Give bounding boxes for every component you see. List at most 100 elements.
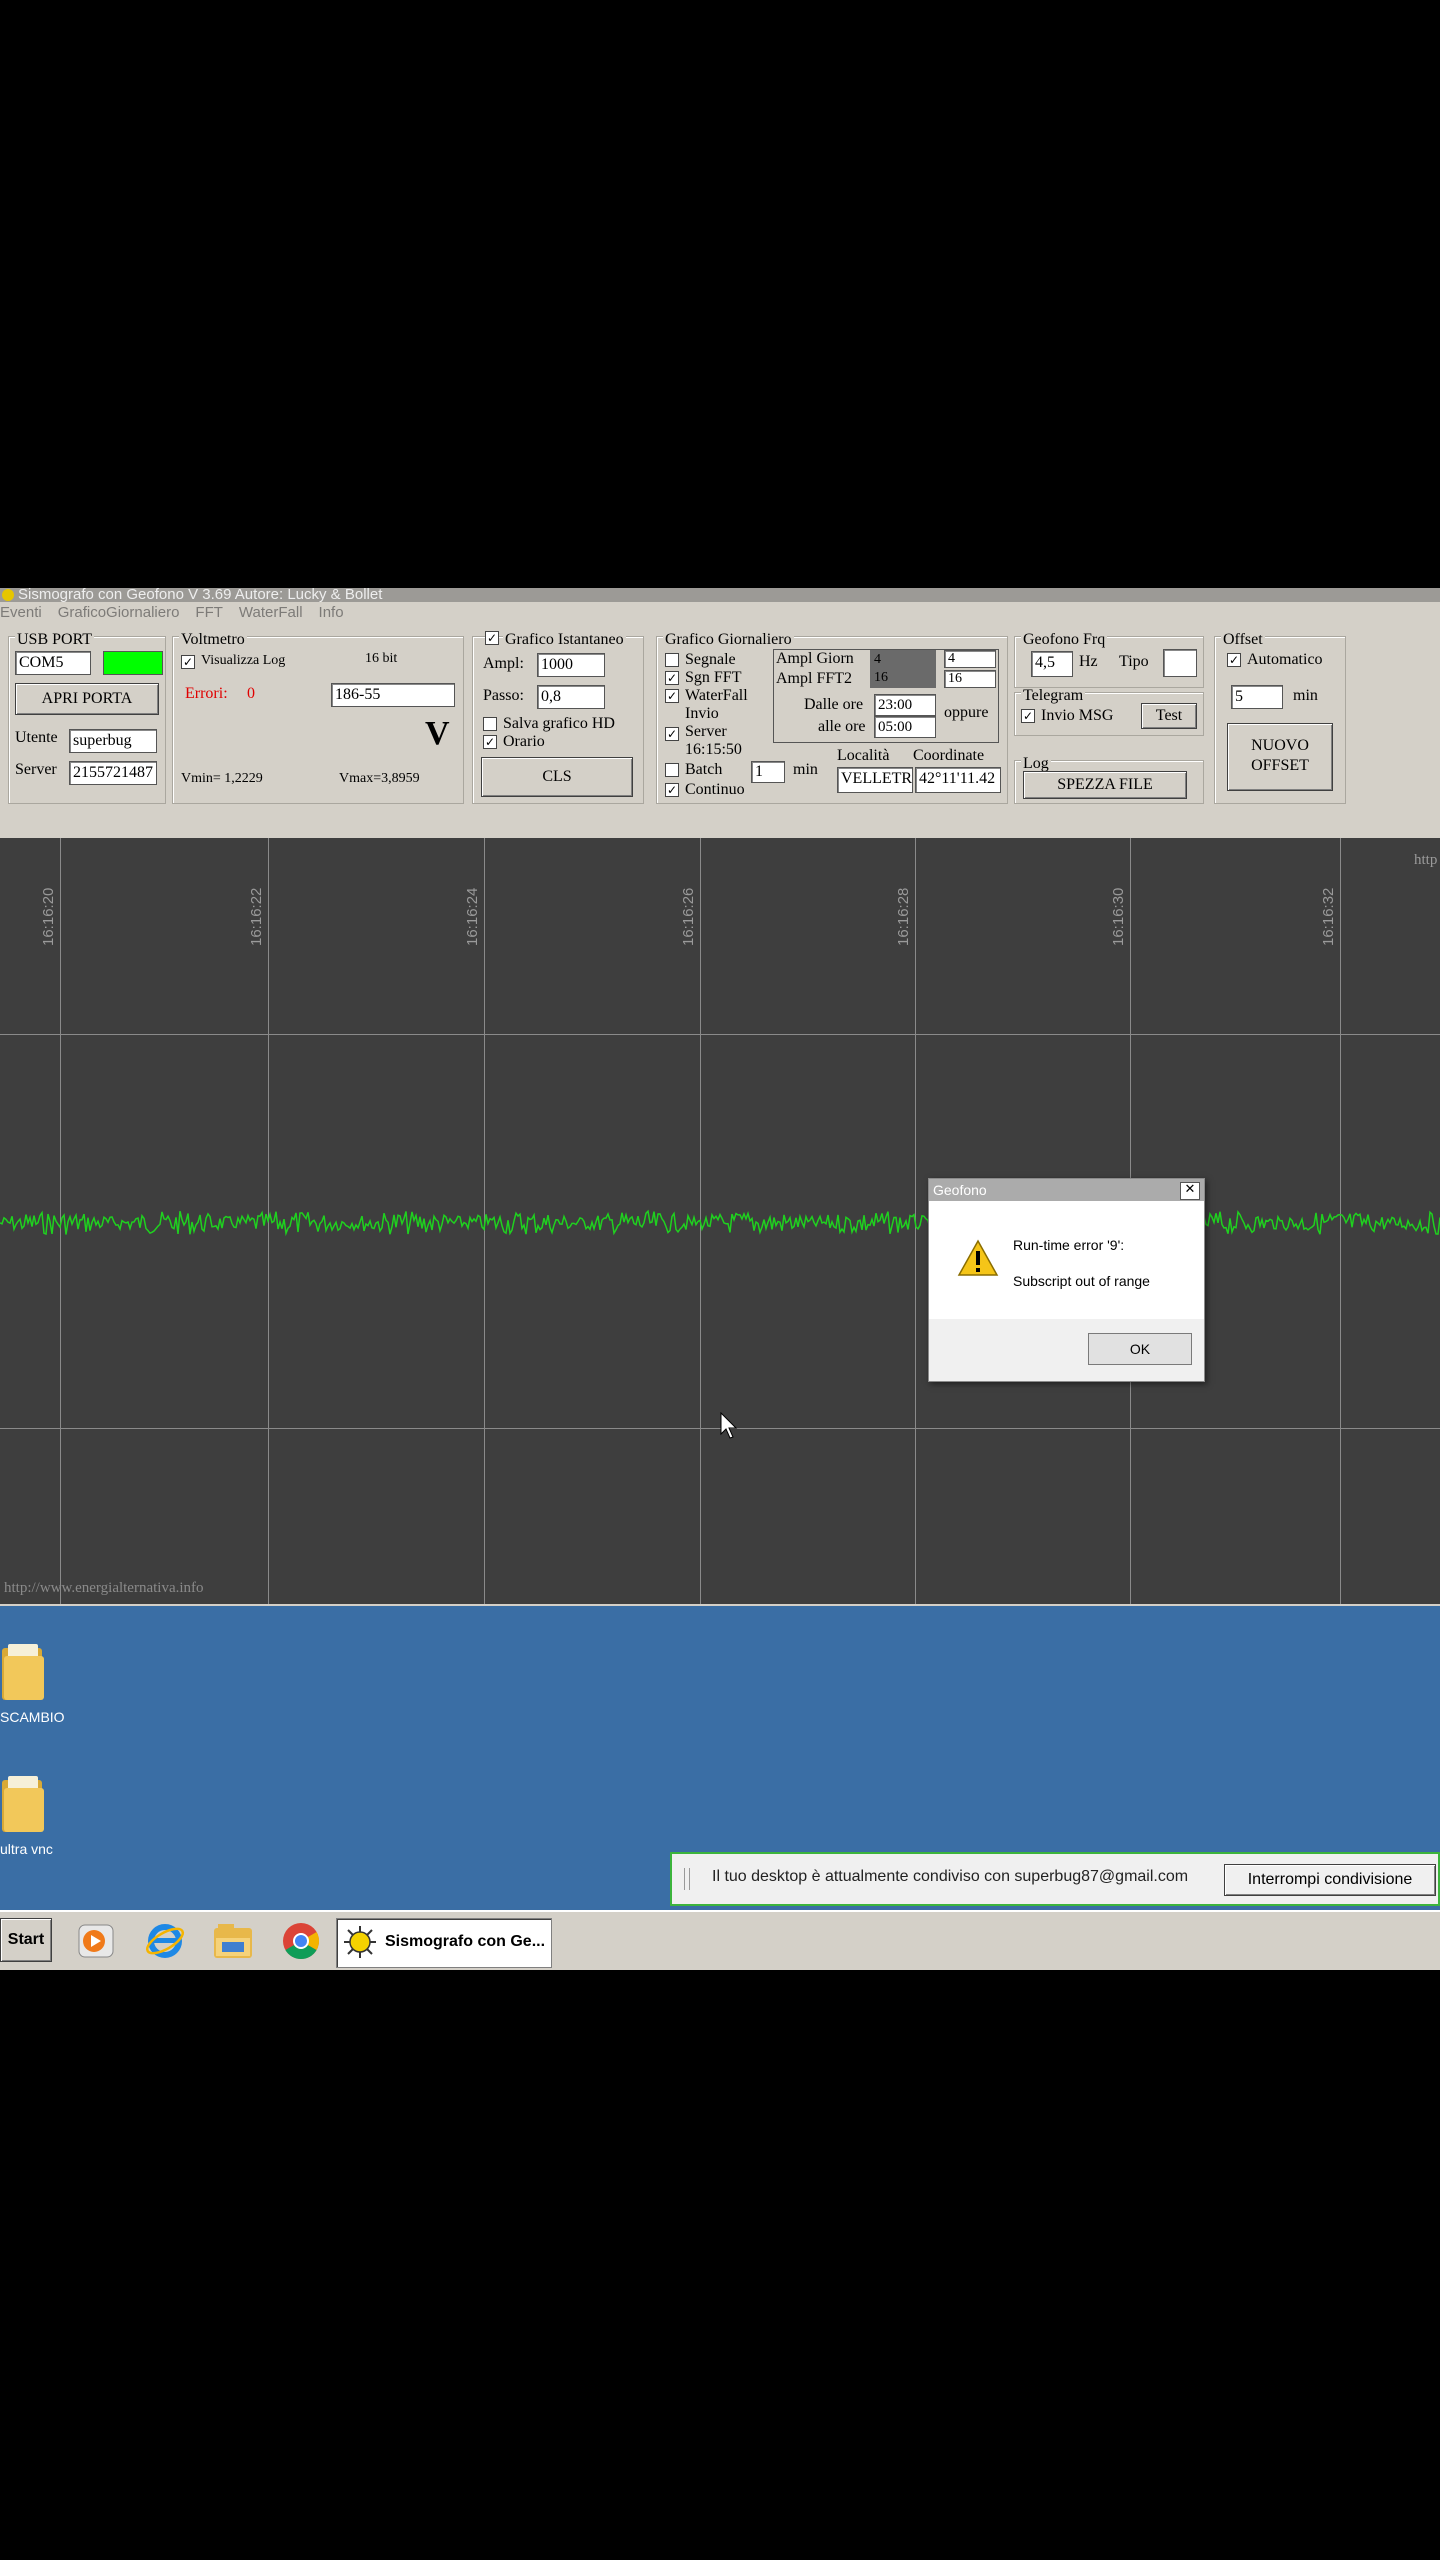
time-tick: 16:16:30 [1110,887,1127,946]
media-player-icon[interactable] [76,1922,116,1960]
invio-server-label: Server [685,723,727,740]
auto-offset-label: Automatico [1247,651,1323,668]
orario-label: Orario [503,733,545,750]
log-group: Log SPEZZA FILE [1014,755,1204,804]
telegram-checkbox[interactable]: ✓ [1021,709,1035,723]
ampl-field[interactable]: 1000 [537,653,605,677]
tipo-field[interactable] [1163,649,1197,677]
folder-icon [2,1776,44,1832]
desktop: SCAMBIO ultra vnc Il tuo desktop è attua… [0,1606,1440,1910]
usb-port-label: USB PORT [15,631,95,648]
coordinate-field[interactable]: 42°11'11.42 [915,767,1001,793]
time-tick: 16:16:26 [680,887,697,946]
log-checkbox[interactable]: ✓ [181,655,195,669]
sgn-fft-checkbox[interactable]: ✓ [665,671,679,685]
user-field[interactable]: superbug [69,729,157,753]
error-line1: Run-time error '9': [1013,1237,1125,1253]
time-tick: 16:16:32 [1320,887,1337,946]
dalle-field[interactable]: 23:00 [874,694,936,716]
ampl-fft2-value: 16 [874,670,888,685]
ampl-box: Ampl Giorn 4 Ampl FFT2 16 4 16 Dalle ore… [773,649,999,743]
new-offset-line1: NUOVO [1251,737,1309,754]
cls-button[interactable]: CLS [481,757,633,797]
time-tick: 16:16:22 [248,887,265,946]
batch-min-label: min [793,761,818,778]
freq-field[interactable]: 4,5 [1031,651,1073,677]
orario-checkbox[interactable]: ✓ [483,735,497,749]
dialog-title: Geofono [933,1182,987,1198]
menu-bar: Eventi GraficoGiornaliero FFT WaterFall Info [0,604,360,626]
desktop-icon-ultra-vnc[interactable]: ultra vnc [0,1774,64,1857]
menu-eventi[interactable]: Eventi [0,604,42,621]
time-tick: 16:16:24 [464,887,481,946]
batch-label: Batch [685,761,723,778]
usb-port-group: USB PORT COM5 APRI PORTA Utente superbug… [8,631,166,804]
telegram-invio-label: Invio MSG [1041,707,1114,724]
desktop-icon-label: SCAMBIO [0,1709,65,1725]
file-explorer-icon[interactable] [210,1920,256,1962]
chrome-icon[interactable] [280,1920,322,1962]
ampl-giorn-field[interactable]: 4 [944,650,996,668]
offset-min-field[interactable]: 5 [1231,685,1283,709]
ok-button[interactable]: OK [1088,1333,1192,1365]
tipo-label: Tipo [1119,653,1149,670]
menu-grafico-giornaliero[interactable]: GraficoGiornaliero [58,604,180,621]
geofono-label: Geofono Frq [1021,631,1108,648]
menu-fft[interactable]: FFT [195,604,223,621]
share-message: Il tuo desktop è attualmente condiviso c… [712,1868,1189,1885]
segnale-checkbox[interactable] [665,653,679,667]
waterfall-checkbox[interactable]: ✓ [665,689,679,703]
instant-graph-checkbox[interactable]: ✓ [485,631,499,645]
desktop-icon-scambio[interactable]: SCAMBIO [0,1642,65,1725]
sun-icon [344,1926,376,1958]
save-hd-label: Salva grafico HD [503,715,615,732]
ampl-fft2-label: Ampl FFT2 [776,670,853,687]
drag-handle[interactable] [684,1868,690,1890]
save-hd-checkbox[interactable] [483,717,497,731]
stop-sharing-button[interactable]: Interrompi condivisione [1224,1864,1436,1896]
taskbar-button-sismografo[interactable]: Sismografo con Ge... [336,1918,552,1968]
ampl-giorn-label: Ampl Giorn [776,650,854,667]
hz-label: Hz [1079,653,1098,670]
invio-server-checkbox[interactable]: ✓ [665,727,679,741]
title-bar[interactable]: Sismografo con Geofono V 3.69 Autore: Lu… [0,588,1440,602]
test-button[interactable]: Test [1141,703,1197,729]
voltmeter-field[interactable]: 186-55 [331,683,455,707]
port-field[interactable]: COM5 [15,651,91,675]
offset-min-label: min [1293,687,1318,704]
log-group-label: Log [1021,755,1051,772]
close-icon[interactable]: ✕ [1180,1182,1200,1200]
folder-icon [2,1644,44,1700]
offset-group: Offset ✓ Automatico 5 min NUOVO OFFSET [1214,631,1346,804]
open-port-button[interactable]: APRI PORTA [15,683,159,715]
dialog-title-bar[interactable]: Geofono [929,1179,1204,1201]
grid-line [0,1034,1440,1035]
new-offset-button[interactable]: NUOVO OFFSET [1227,723,1333,791]
mouse-cursor-icon [720,1412,738,1439]
internet-explorer-icon[interactable] [144,1920,186,1962]
error-dialog: Geofono ✕ Run-time error '9': Subscript … [928,1178,1205,1382]
batch-checkbox[interactable] [665,763,679,777]
seismic-signal [0,1209,1440,1237]
continuo-checkbox[interactable]: ✓ [665,783,679,797]
instant-graph-group: ✓ Grafico Istantaneo Ampl: 1000 Passo: 0… [472,631,644,804]
menu-info[interactable]: Info [319,604,344,621]
new-offset-line2: OFFSET [1251,757,1309,774]
localita-field[interactable]: VELLETR [837,767,913,793]
ampl-fft2-field[interactable]: 16 [944,670,996,688]
start-button[interactable]: Start [0,1918,52,1962]
corner-url: http [1414,852,1438,868]
oppure-label: oppure [944,704,989,721]
split-file-button[interactable]: SPEZZA FILE [1023,771,1187,799]
server-field[interactable]: 2155721487 [69,761,157,785]
menu-waterfall[interactable]: WaterFall [239,604,303,621]
dialog-body: Run-time error '9': Subscript out of ran… [929,1201,1204,1319]
auto-offset-checkbox[interactable]: ✓ [1227,653,1241,667]
segnale-label: Segnale [685,651,736,668]
time-tick: 16:16:28 [895,887,912,946]
batch-field[interactable]: 1 [751,761,785,783]
passo-field[interactable]: 0,8 [537,685,605,709]
offset-label: Offset [1221,631,1265,648]
alle-field[interactable]: 05:00 [874,716,936,738]
error-line2: Subscript out of range [1013,1273,1150,1289]
